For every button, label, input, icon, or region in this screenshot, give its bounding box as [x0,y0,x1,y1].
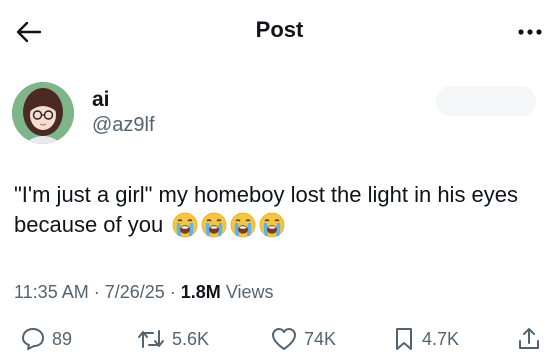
like-count: 74K [304,328,337,349]
more-icon[interactable] [515,20,545,44]
repost-button[interactable]: 5.6K [136,324,209,354]
crying-face-emoji [230,212,256,246]
like-button[interactable]: 74K [270,324,336,354]
repost-count: 5.6K [172,328,210,349]
reply-icon [22,328,44,350]
action-bar: 89 5.6K 74K 4.7K [0,324,559,354]
meta-separator: · [88,282,105,302]
user-handle[interactable]: @az9lf [92,114,155,137]
post-text: "I'm just a girl" my homeboy lost the li… [14,180,544,246]
like-icon [272,328,296,350]
meta-separator: · [164,282,181,302]
share-button[interactable] [516,324,542,354]
emoji-group [169,212,285,238]
display-name[interactable]: ai [92,88,110,112]
top-bar: Post [0,0,559,62]
reply-count: 89 [52,328,73,349]
bookmark-count: 4.7K [422,328,460,349]
follow-button[interactable] [436,86,536,116]
crying-face-emoji [172,212,198,246]
views-label: Views [220,282,274,302]
repost-icon [138,330,164,348]
crying-face-emoji [201,212,227,246]
bookmark-icon [396,328,412,350]
views-count: 1.8M [180,282,221,302]
post-meta: 11:35 AM · 7/26/25 · 1.8M Views [14,282,274,303]
avatar[interactable] [12,82,74,144]
crying-face-emoji [259,212,285,246]
reply-button[interactable]: 89 [20,324,72,354]
post-date[interactable]: 7/26/25 [105,282,165,302]
page-title: Post [255,17,304,42]
post-time[interactable]: 11:35 AM [14,282,89,302]
bookmark-button[interactable]: 4.7K [392,324,459,354]
share-icon [519,328,539,349]
